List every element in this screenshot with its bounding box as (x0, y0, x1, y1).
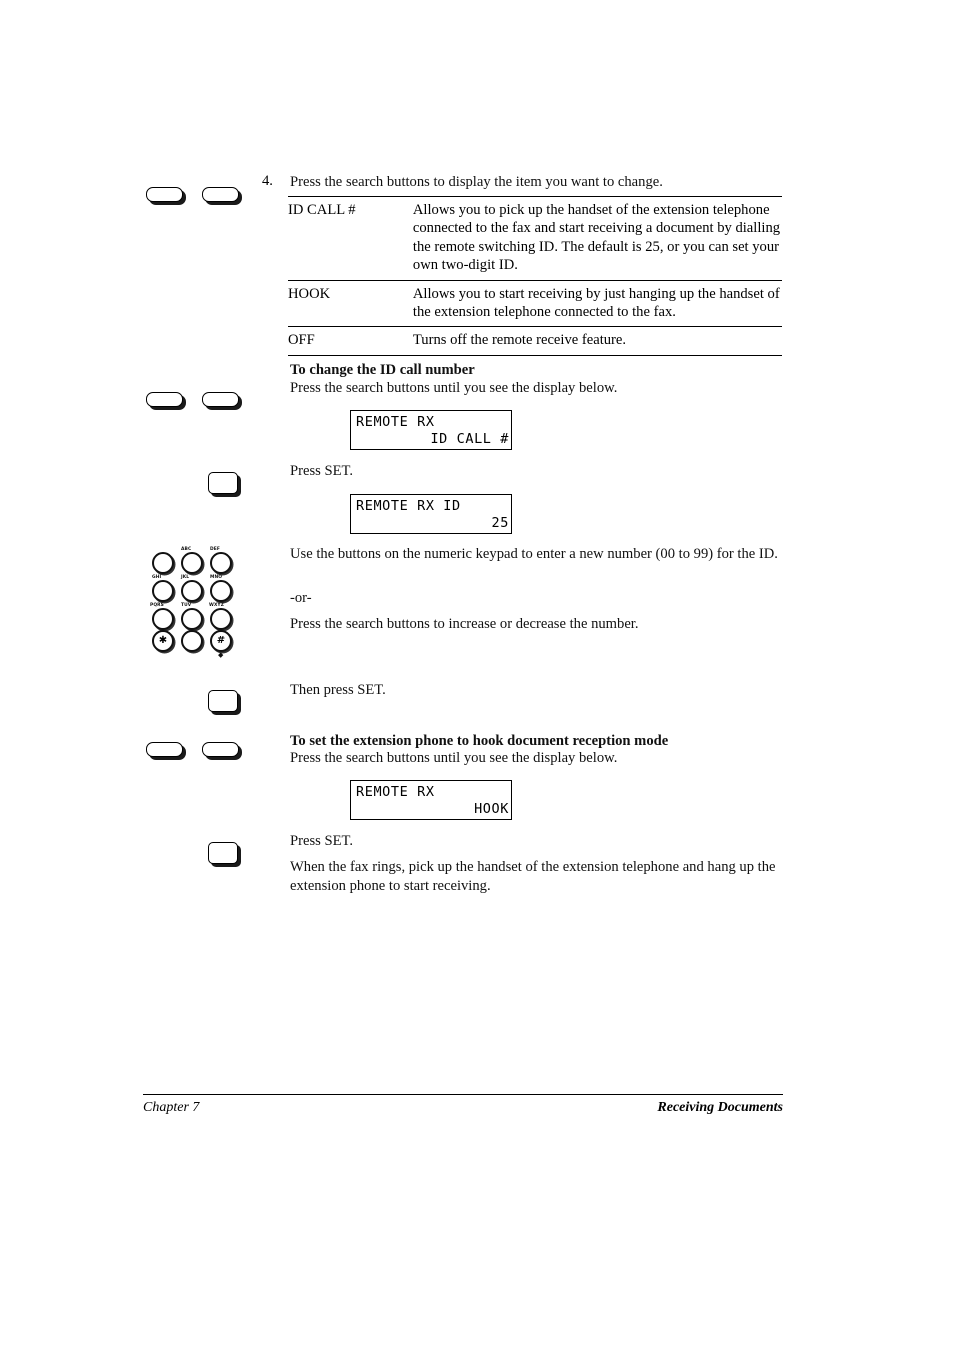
keypad-label-pqrs: PQRS (150, 603, 164, 608)
option-description: Turns off the remote receive feature. (412, 332, 627, 349)
keypad-key-9[interactable] (210, 608, 232, 630)
set-button-icon-3[interactable] (208, 842, 238, 864)
keypad-key-star[interactable]: ✱ (152, 630, 174, 652)
keypad-key-4[interactable] (152, 580, 174, 602)
keypad-hash-marker-icon: ◆ (218, 651, 224, 659)
keypad-key-0[interactable] (181, 630, 203, 652)
set-button-icon-1[interactable] (208, 472, 238, 494)
keypad-label-mno: MNO (210, 575, 223, 580)
keypad-key-1[interactable] (152, 552, 174, 574)
keypad-key-3[interactable] (210, 552, 232, 574)
option-term: OFF (288, 332, 315, 349)
keypad-key-5[interactable] (181, 580, 203, 602)
keypad-instruction: Use the buttons on the numeric keypad to… (290, 546, 778, 562)
keypad-key-7[interactable] (152, 608, 174, 630)
lcd-line-1: REMOTE RX ID (356, 498, 461, 514)
table-row: HOOK Allows you to start receiving by ju… (288, 280, 782, 327)
press-set-text-2: Press SET. (290, 833, 353, 849)
keypad-label-tuv: TUV (181, 603, 192, 608)
lcd-line-1: REMOTE RX (356, 784, 435, 800)
option-term: ID CALL # (288, 202, 356, 218)
options-table: ID CALL # Allows you to pick up the hand… (288, 196, 782, 356)
search-button-right-icon[interactable] (202, 392, 239, 407)
section-intro-hook: Press the search buttons until you see t… (290, 750, 618, 766)
keypad-label-wxyz: WXYZ (209, 603, 224, 608)
set-button-icon-2[interactable] (208, 690, 238, 712)
table-row: ID CALL # Allows you to pick up the hand… (288, 196, 782, 281)
section-intro-id-call: Press the search buttons until you see t… (290, 380, 618, 396)
keypad-label-jkl: JKL (181, 575, 190, 580)
or-text: -or- (290, 590, 312, 606)
lcd-line-2: HOOK (474, 801, 509, 817)
option-description: Allows you to pick up the handset of the… (412, 202, 781, 274)
footer-section-title: Receiving Documents (657, 1100, 783, 1115)
lcd-line-1: REMOTE RX (356, 414, 435, 430)
footer-chapter: Chapter 7 (143, 1100, 200, 1115)
numeric-keypad-icon: ABC DEF GHI JKL MNO PQRS TUV WXYZ ✱ # ◆ (150, 546, 242, 659)
keypad-key-2[interactable] (181, 552, 203, 574)
keypad-label-ghi: GHI (152, 575, 162, 580)
search-button-left-icon[interactable] (146, 392, 183, 407)
closing-text: When the fax rings, pick up the handset … (290, 859, 776, 894)
keypad-key-glyph: ✱ (158, 635, 168, 646)
option-term: HOOK (288, 285, 331, 302)
then-press-set-text: Then press SET. (290, 682, 386, 698)
manual-page: 4. Press the search buttons to display t… (0, 0, 954, 1351)
table-row: OFF Turns off the remote receive feature… (288, 326, 782, 356)
option-description: Allows you to start receiving by just ha… (412, 285, 780, 321)
step-instruction: Press the search buttons to display the … (290, 174, 663, 190)
section-heading-id-call: To change the ID call number (290, 362, 475, 378)
keypad-label-def: DEF (210, 547, 220, 552)
keypad-key-hash[interactable]: # (210, 630, 232, 652)
lcd-display-remote-rx-id: REMOTE RX ID 25 (350, 494, 512, 534)
keypad-key-glyph: # (216, 635, 226, 646)
keypad-key-8[interactable] (181, 608, 203, 630)
step-number: 4. (262, 173, 273, 189)
search-button-right-icon[interactable] (202, 742, 239, 757)
section-heading-hook: To set the extension phone to hook docum… (290, 733, 669, 749)
lcd-line-2: ID CALL # (430, 431, 509, 447)
search-button-right-icon[interactable] (202, 187, 239, 202)
lcd-display-id-call: REMOTE RX ID CALL # (350, 410, 512, 450)
keypad-label-abc: ABC (181, 547, 192, 552)
lcd-line-2: 25 (491, 515, 509, 531)
search-button-left-icon[interactable] (146, 742, 183, 757)
press-set-text-1: Press SET. (290, 463, 353, 479)
keypad-key-6[interactable] (210, 580, 232, 602)
search-instruction: Press the search buttons to increase or … (290, 616, 639, 632)
search-button-left-icon[interactable] (146, 187, 183, 202)
lcd-display-hook: REMOTE RX HOOK (350, 780, 512, 820)
footer-divider (143, 1094, 783, 1095)
